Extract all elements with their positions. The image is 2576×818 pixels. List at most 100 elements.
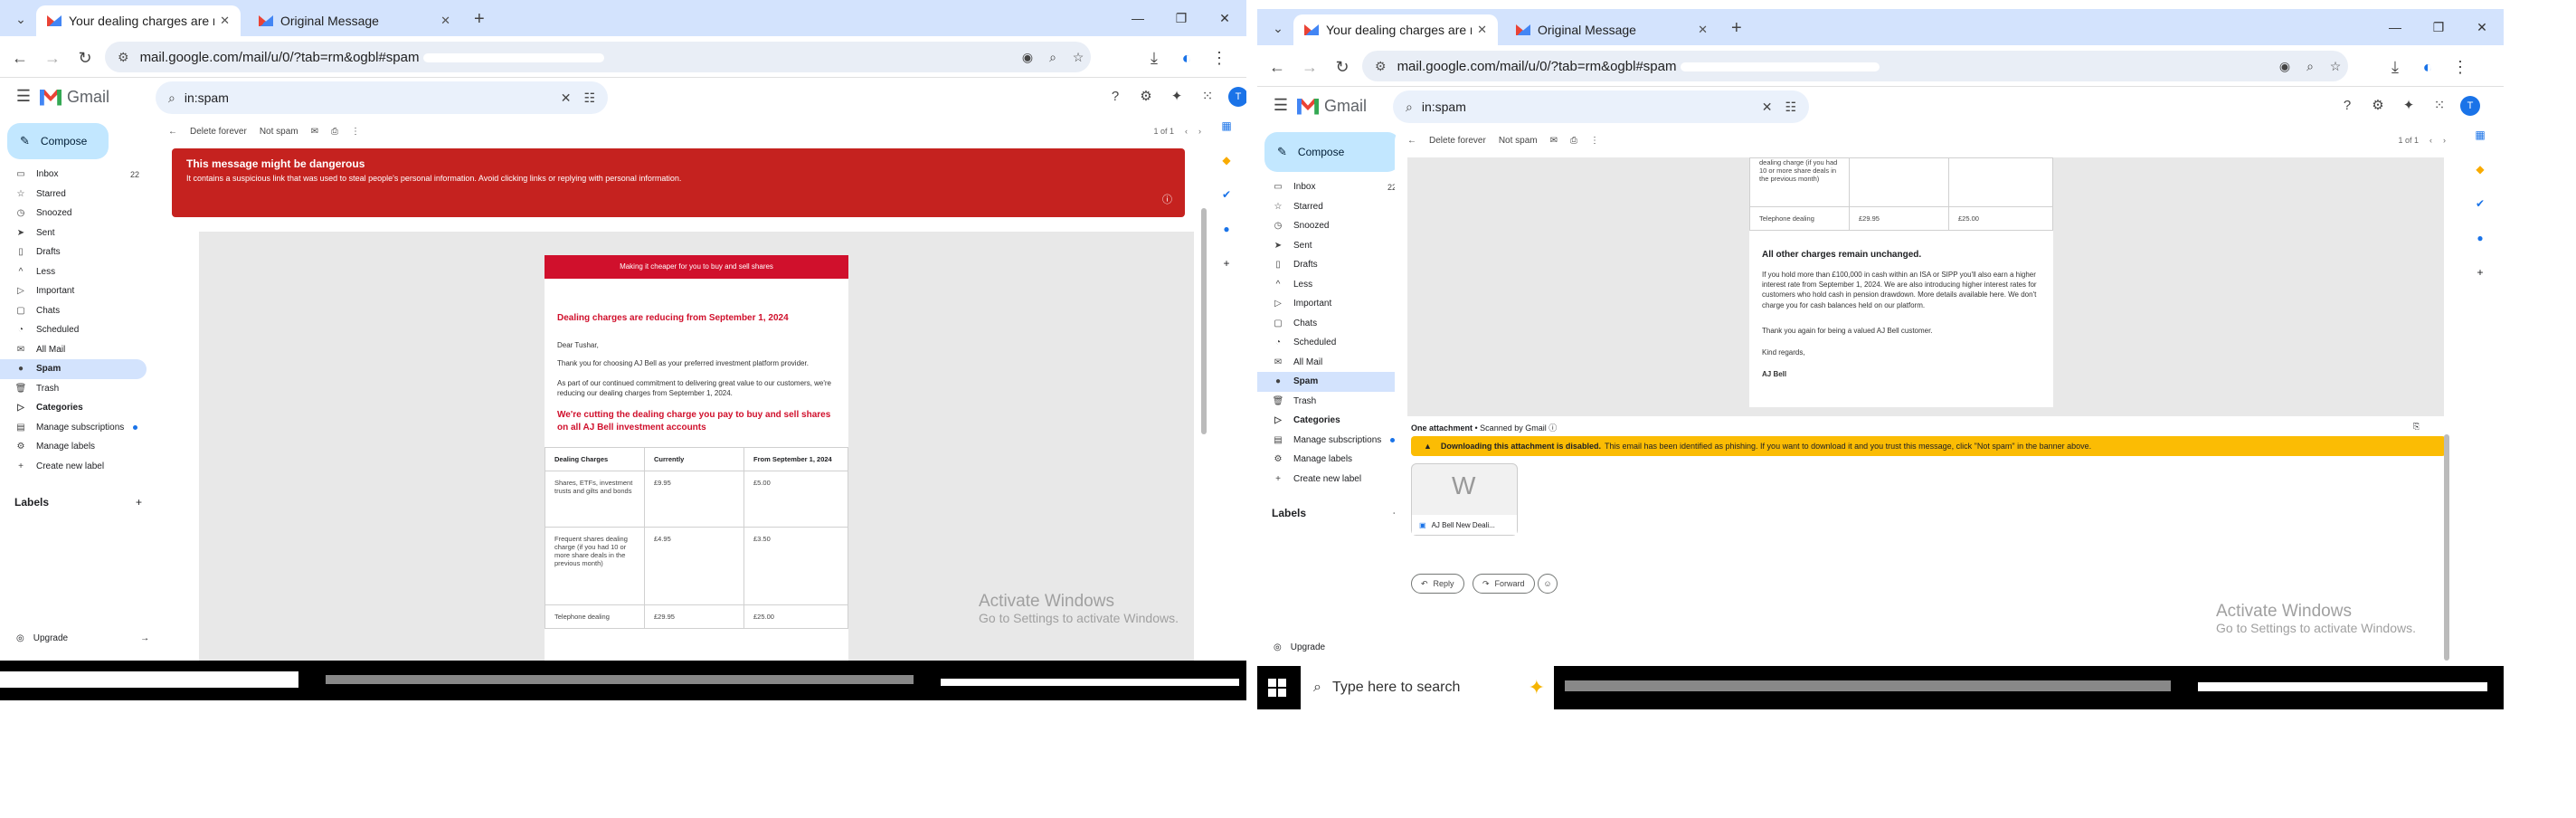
sidebar-item-trash[interactable]: 🗑 Trash (1257, 392, 1404, 412)
more-icon[interactable]: ⋮ (1590, 136, 1599, 146)
main-menu-icon[interactable]: ☰ (1270, 96, 1292, 118)
delete-forever-button[interactable]: Delete forever (1429, 136, 1486, 146)
tab-search-icon[interactable]: ⌄ (13, 11, 29, 27)
settings-icon[interactable]: ⚙ (2368, 96, 2388, 116)
sidebar-item-chats[interactable]: ▢ Chats (0, 301, 147, 321)
sidebar-item-less[interactable]: ^ Less (0, 262, 147, 282)
sidebar-item-scheduled[interactable]: ◔ Scheduled (1257, 333, 1404, 353)
back-to-list-icon[interactable]: ← (1407, 136, 1416, 146)
tab-search-icon[interactable]: ⌄ (1270, 20, 1286, 36)
tab-original-message[interactable]: Original Message ✕ (248, 5, 461, 36)
support-icon[interactable]: ? (2337, 96, 2357, 116)
bookmark-star-icon[interactable]: ☆ (2323, 59, 2348, 74)
close-window-icon[interactable]: ✕ (2460, 9, 2504, 45)
zoom-icon[interactable]: ⌕ (1040, 50, 1065, 65)
tab-email[interactable]: Your dealing charges are reduc ✕ (1293, 14, 1498, 45)
eye-icon[interactable]: ◉ (1015, 50, 1040, 65)
tasks-icon[interactable]: ✔ (2472, 195, 2488, 212)
mark-unread-icon[interactable]: ✉ (1550, 136, 1558, 146)
search-options-icon[interactable]: ☷ (1785, 100, 1796, 115)
sidebar-item-inbox[interactable]: ▭ Inbox 22 (1257, 177, 1404, 197)
sidebar-item-important[interactable]: ▷ Important (1257, 294, 1404, 314)
apps-grid-icon[interactable]: ⁙ (2429, 96, 2449, 116)
search-options-icon[interactable]: ☷ (583, 90, 595, 106)
forward-button[interactable]: ↷ Forward (1473, 574, 1535, 594)
clear-search-icon[interactable]: ✕ (1762, 100, 1773, 115)
sidebar-item-sent[interactable]: ➤ Sent (1257, 236, 1404, 256)
gemini-icon[interactable]: ✦ (1167, 87, 1187, 107)
sidebar-item-spam[interactable]: ● Spam (0, 359, 147, 379)
browser-menu-icon[interactable]: ⋮ (1208, 47, 1230, 69)
reload-icon[interactable]: ↻ (74, 47, 96, 69)
keep-icon[interactable]: ◆ (2472, 161, 2488, 177)
sidebar-item-categories[interactable]: ▷ Categories (0, 398, 147, 418)
sidebar-item-create-label[interactable]: + Create new label (1257, 470, 1404, 490)
next-icon[interactable]: › (1198, 127, 1201, 136)
apps-grid-icon[interactable]: ⁙ (1198, 87, 1217, 107)
scrollbar[interactable] (1201, 208, 1207, 434)
not-spam-button[interactable]: Not spam (260, 127, 298, 137)
sidebar-item-scheduled[interactable]: ◔ Scheduled (0, 320, 147, 340)
profile-icon[interactable]: ◐ (2417, 56, 2439, 78)
download-icon[interactable]: ⤓ (1143, 47, 1165, 69)
close-tab-icon[interactable]: ✕ (1698, 23, 1708, 37)
tab-original-message[interactable]: Original Message ✕ (1505, 14, 1719, 45)
back-icon[interactable]: ← (1266, 56, 1288, 78)
address-bar[interactable]: ⚙ mail.google.com/mail/u/0/?tab=rm&ogbl#… (105, 42, 1091, 72)
reload-icon[interactable]: ↻ (1331, 56, 1353, 78)
more-icon[interactable]: ⋮ (351, 127, 360, 137)
calendar-icon[interactable]: ▦ (2472, 127, 2488, 143)
sidebar-item-drafts[interactable]: ▯ Drafts (0, 243, 147, 262)
upgrade-button[interactable]: ◎Upgrade→ (16, 633, 149, 643)
minimize-icon[interactable]: — (2373, 9, 2417, 45)
sidebar-item-trash[interactable]: 🗑 Trash (0, 379, 147, 399)
windows-start-icon[interactable] (1268, 679, 1286, 697)
browser-menu-icon[interactable]: ⋮ (2449, 56, 2471, 78)
taskbar-search[interactable]: ⌕ Type here to search ✦ (1301, 666, 1554, 709)
sidebar-item-less[interactable]: ^ Less (1257, 275, 1404, 295)
search-icon[interactable]: ⌕ (168, 90, 175, 106)
calendar-icon[interactable]: ▦ (1218, 118, 1235, 134)
sidebar-item-drafts[interactable]: ▯ Drafts (1257, 255, 1404, 275)
keep-icon[interactable]: ◆ (1218, 152, 1235, 168)
add-addon-icon[interactable]: + (1218, 255, 1235, 271)
sidebar-item-starred[interactable]: ☆ Starred (1257, 197, 1404, 217)
back-icon[interactable]: ← (9, 47, 31, 69)
maximize-icon[interactable]: ❐ (1160, 0, 1203, 36)
sidebar-item-inbox[interactable]: ▭ Inbox 22 (0, 165, 147, 185)
forward-icon[interactable]: → (42, 47, 63, 69)
scrollbar[interactable] (2444, 434, 2449, 661)
account-avatar[interactable]: T (1228, 87, 1246, 107)
contacts-icon[interactable]: ● (2472, 230, 2488, 246)
settings-icon[interactable]: ⚙ (1136, 87, 1156, 107)
close-tab-icon[interactable]: ✕ (220, 14, 230, 28)
compose-button[interactable]: ✎ Compose (7, 123, 109, 159)
search-bar[interactable]: ⌕ in:spam ✕ ☷ (156, 81, 608, 114)
add-addon-icon[interactable]: + (2472, 264, 2488, 281)
minimize-icon[interactable]: — (1116, 0, 1160, 36)
bookmark-star-icon[interactable]: ☆ (1065, 50, 1091, 65)
zoom-icon[interactable]: ⌕ (2297, 59, 2323, 74)
sidebar-item-all-mail[interactable]: ✉ All Mail (0, 340, 147, 360)
sidebar-item-chats[interactable]: ▢ Chats (1257, 314, 1404, 334)
compose-button[interactable]: ✎ Compose (1264, 132, 1400, 172)
download-icon[interactable]: ⤓ (2384, 56, 2406, 78)
back-to-list-icon[interactable]: ← (168, 127, 177, 137)
sidebar-item-all-mail[interactable]: ✉ All Mail (1257, 353, 1404, 373)
eye-icon[interactable]: ◉ (2272, 59, 2297, 74)
gmail-logo[interactable]: Gmail (1297, 97, 1367, 116)
delete-forever-button[interactable]: Delete forever (190, 127, 247, 137)
sidebar-item-manage-labels[interactable]: ⚙ Manage labels (0, 437, 147, 457)
support-icon[interactable]: ? (1105, 87, 1125, 107)
prev-icon[interactable]: ‹ (2429, 136, 2432, 145)
sidebar-item-manage-subscriptions[interactable]: ▤ Manage subscriptions (0, 418, 147, 438)
contacts-icon[interactable]: ● (1218, 221, 1235, 237)
info-icon[interactable]: ⓘ (1548, 423, 1557, 433)
gmail-logo[interactable]: Gmail (40, 88, 109, 107)
close-window-icon[interactable]: ✕ (1203, 0, 1246, 36)
add-label-icon[interactable]: + (136, 496, 142, 509)
tab-email[interactable]: Your dealing charges are reduc ✕ (36, 5, 241, 36)
not-spam-button[interactable]: Not spam (1499, 136, 1538, 146)
upgrade-button[interactable]: ◎Upgrade→ (1274, 642, 1406, 652)
sidebar-item-sent[interactable]: ➤ Sent (0, 224, 147, 243)
